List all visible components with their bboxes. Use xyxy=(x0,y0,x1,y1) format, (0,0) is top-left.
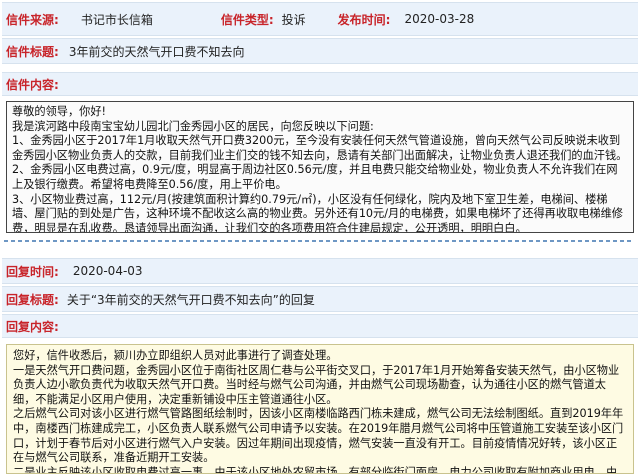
letter-content-paragraph: 3、小区物业费过高，112元/月(按建筑面积计算约0.79元/㎡)，小区没有任何… xyxy=(12,192,623,233)
letter-content-label: 信件内容: xyxy=(6,77,59,92)
letter-date-label: 发布时间: xyxy=(337,12,391,27)
reply-content-paragraph: 一是天然气开口费问题，金秀园小区位于南街社区周仁巷与公平街交叉口，于2017年1… xyxy=(13,363,620,406)
letter-meta-row: 信件来源: 书记市长信箱 信件类型: 投诉 发布时间: 2020-03-28 xyxy=(2,2,638,36)
letter-source-label: 信件来源: xyxy=(6,12,59,27)
reply-title-value: 关于“3年前交的天然气开口费不知去向”的回复 xyxy=(66,292,315,307)
reply-date-label: 回复时间: xyxy=(6,264,59,279)
letter-title-value: 3年前交的天然气开口费不知去向 xyxy=(68,44,245,59)
section-divider xyxy=(4,240,634,242)
letter-date-value: 2020-03-28 xyxy=(404,12,475,26)
letter-content-label-row: 信件内容: xyxy=(2,72,638,96)
reply-date-value: 2020-04-03 xyxy=(72,264,143,278)
letter-title-row: 信件标题: 3年前交的天然气开口费不知去向 xyxy=(2,38,638,64)
letter-source-value: 书记市长信箱 xyxy=(80,12,153,27)
reply-content-box: 您好，信件收悉后，颍川办立即组织人员对此事进行了调查处理。 一是天然气开口费问题… xyxy=(6,344,634,474)
reply-date-row: 回复时间: 2020-04-03 xyxy=(2,258,638,284)
letter-content-paragraph: 我是滨河路中段南宝宝幼儿园北门金秀园小区的居民，向您反映以下问题: xyxy=(12,119,374,133)
reply-title-row: 回复标题: 关于“3年前交的天然气开口费不知去向”的回复 xyxy=(2,286,638,312)
reply-content-paragraph: 二是业主反映该小区收取电费过高一事，由于该小区地处农贸市场，有部分临街门面房，电… xyxy=(13,465,618,474)
reply-content-label: 回复内容: xyxy=(6,319,59,334)
letter-type-label: 信件类型: xyxy=(220,12,274,27)
letter-content-paragraph: 1、金秀园小区于2017年1月收取天然气开口费3200元，至今没有安装任何天然气… xyxy=(12,134,628,162)
reply-content-paragraph: 您好，信件收悉后，颍川办立即组织人员对此事进行了调查处理。 xyxy=(13,349,338,362)
reply-title-label: 回复标题: xyxy=(6,292,59,307)
letter-content-paragraph: 尊敬的领导，你好! xyxy=(12,105,106,118)
reply-content-label-row: 回复内容: xyxy=(2,314,638,338)
letter-type-value: 投诉 xyxy=(281,12,306,27)
reply-content-paragraph: 之后燃气公司对该小区进行燃气管路图纸绘制时，因该小区南楼临路西门栋未建成，燃气公… xyxy=(13,407,624,465)
letter-title-label: 信件标题: xyxy=(6,44,59,59)
letter-content-paragraph: 2、金秀园小区电费过高，0.9元/度，明显高于周边社区0.56元/度，并且电费只… xyxy=(12,163,618,191)
letter-content-box: 尊敬的领导，你好! 我是滨河路中段南宝宝幼儿园北门金秀园小区的居民，向您反映以下… xyxy=(6,101,634,233)
